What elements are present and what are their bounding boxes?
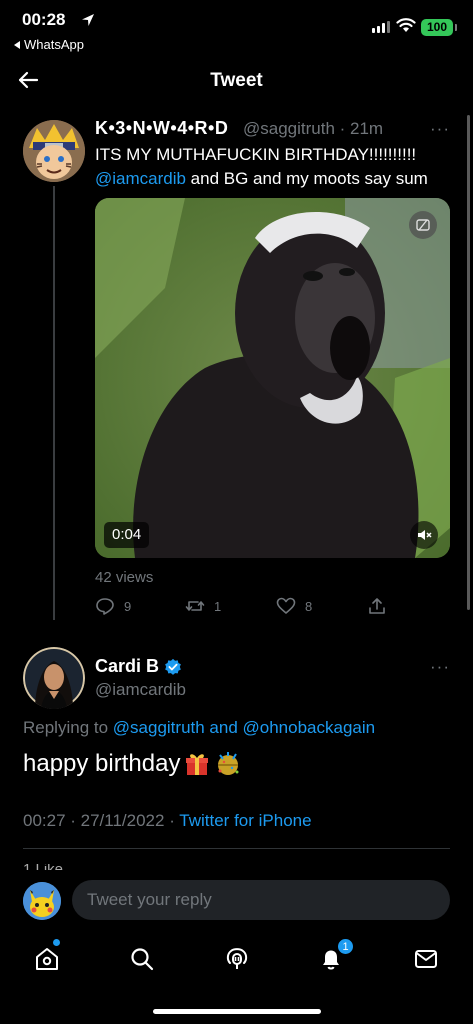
confetti-emoji <box>218 752 239 775</box>
back-triangle-icon <box>14 40 20 49</box>
tweet-header: Tweet <box>0 58 473 104</box>
tweet-source-link[interactable]: Twitter for iPhone <box>179 811 311 830</box>
tweet-meta: 00:27 · 27/11/2022 · Twitter for iPhone <box>23 811 312 831</box>
spaces-icon <box>226 948 248 969</box>
author-handle: @iamcardib <box>95 680 186 699</box>
tweet-body: happy birthday <box>23 750 242 778</box>
retweet-action[interactable]: 1 <box>185 596 221 616</box>
more-options-icon[interactable]: ··· <box>430 119 450 139</box>
tweet-text: happy birthday <box>23 750 181 777</box>
reply-action[interactable]: 9 <box>95 596 131 616</box>
reply-count: 9 <box>124 598 132 614</box>
scrollbar[interactable] <box>467 115 470 610</box>
tab-home[interactable] <box>32 944 62 974</box>
like-action[interactable]: 8 <box>276 596 312 616</box>
author-name-text: Cardi B <box>95 656 160 676</box>
heart-icon <box>276 597 296 614</box>
media-settings-icon[interactable] <box>409 211 437 239</box>
back-to-app-link[interactable]: WhatsApp <box>14 37 84 52</box>
video-duration: 0:04 <box>104 522 150 548</box>
verified-badge-icon <box>165 658 181 675</box>
page-title: Tweet <box>210 70 263 91</box>
reply-bar <box>0 870 473 932</box>
tab-spaces[interactable] <box>222 944 252 974</box>
notification-badge: 1 <box>337 938 354 955</box>
parent-tweet-line2-text: and BG and my moots say sum <box>185 169 428 188</box>
avatar[interactable] <box>23 647 85 709</box>
status-bar: 00:28 WhatsApp 100 <box>0 0 473 58</box>
retweet-count: 1 <box>214 598 222 614</box>
tab-search[interactable] <box>127 944 157 974</box>
parent-handle-time: @saggitruth · 21m <box>243 119 384 138</box>
location-arrow-icon <box>82 14 94 26</box>
view-count: 42 views <box>95 569 154 586</box>
home-icon <box>36 948 58 970</box>
like-count: 8 <box>305 598 313 614</box>
tweet-timestamp: 00:27 · 27/11/2022 · <box>23 811 180 830</box>
status-time: 00:28 <box>22 10 66 29</box>
parent-tweet-line1: ITS MY MUTHAFUCKIN BIRTHDAY!!!!!!!!!! <box>95 145 417 164</box>
replying-prefix: Replying to <box>23 718 113 737</box>
search-icon <box>131 948 154 971</box>
wifi-icon <box>396 18 416 32</box>
share-icon <box>369 598 385 614</box>
messages-icon <box>415 950 437 968</box>
mention-link[interactable]: @iamcardib <box>95 169 186 188</box>
author-name[interactable]: Cardi B <box>95 656 182 677</box>
thread-line <box>53 186 55 620</box>
signal-icon <box>372 21 390 33</box>
share-action[interactable] <box>367 596 387 616</box>
avatar[interactable] <box>23 882 61 920</box>
battery-icon: 100 <box>421 19 457 36</box>
more-options-icon[interactable]: ··· <box>430 657 450 677</box>
mute-icon[interactable] <box>410 521 438 549</box>
tab-messages[interactable] <box>411 944 441 974</box>
reply-icon <box>96 598 114 615</box>
retweet-icon <box>185 601 205 611</box>
home-indicator[interactable] <box>153 1009 321 1014</box>
replying-to: Replying to @saggitruth and @ohnobackaga… <box>23 718 375 738</box>
home-unread-dot <box>53 939 60 946</box>
replying-to-users[interactable]: @saggitruth and @ohnobackagain <box>113 718 375 737</box>
tweet-actions: 9 1 8 <box>95 596 395 618</box>
video-player[interactable] <box>95 198 450 558</box>
divider <box>23 848 450 849</box>
parent-author-name[interactable]: K•3•N•W•4•R•D <box>95 118 228 139</box>
reply-input[interactable] <box>72 880 450 920</box>
back-app-label: WhatsApp <box>24 37 84 52</box>
avatar[interactable] <box>23 120 85 182</box>
gift-emoji <box>186 754 209 775</box>
parent-tweet-line2: @iamcardib and BG and my moots say sum <box>95 169 428 189</box>
